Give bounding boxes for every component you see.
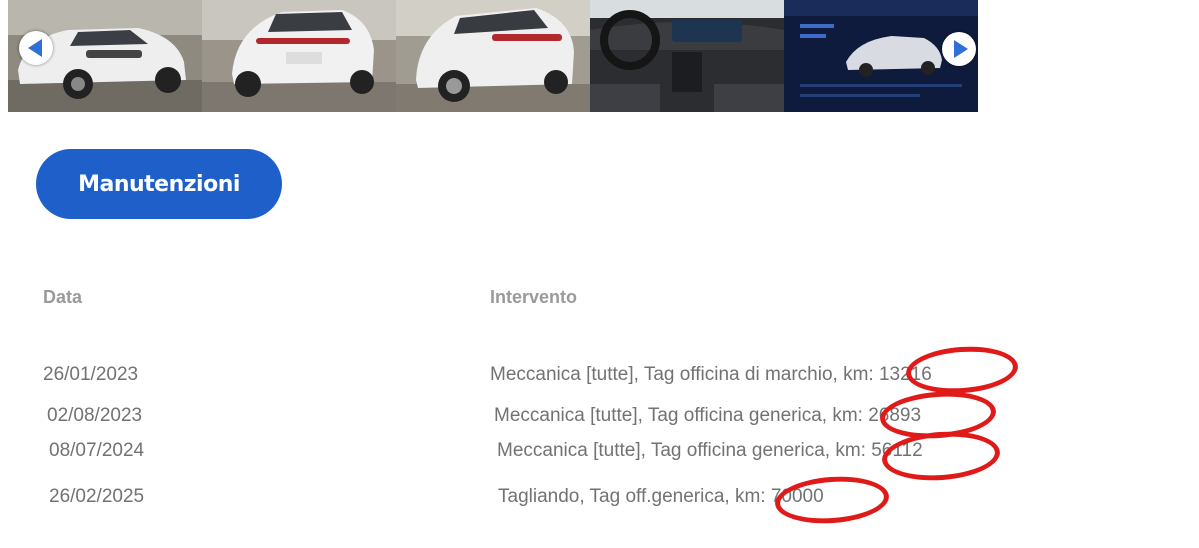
maintenance-tab-button[interactable]: Manutenzioni [36,149,282,219]
chevron-right-icon [953,40,968,58]
row-1-date: 26/01/2023 [43,364,139,385]
highlight-circle-mileage-3 [880,427,1002,485]
gallery-next-button[interactable] [942,32,976,66]
column-header-date: Data [43,287,83,307]
chevron-left-icon [27,39,42,57]
maintenance-tab-label: Manutenzioni [78,171,240,197]
photo-car-rear-side[interactable] [396,0,590,112]
photo-car-interior[interactable] [590,0,784,112]
column-header-service: Intervento [490,287,578,307]
photo-gallery[interactable] [8,0,978,112]
gallery-prev-button[interactable] [19,31,53,65]
highlight-circle-mileage-1 [904,343,1020,397]
row-3-service: Meccanica [tutte], Tag officina generica… [497,440,923,461]
row-1-service: Meccanica [tutte], Tag officina di march… [490,364,932,385]
row-2-service: Meccanica [tutte], Tag officina generica… [494,405,922,426]
row-3-date: 08/07/2024 [49,440,145,461]
highlight-circle-mileage-4 [773,473,891,527]
photo-car-rear[interactable] [202,0,396,112]
row-2-date: 02/08/2023 [47,405,143,426]
row-4-date: 26/02/2025 [49,486,145,507]
